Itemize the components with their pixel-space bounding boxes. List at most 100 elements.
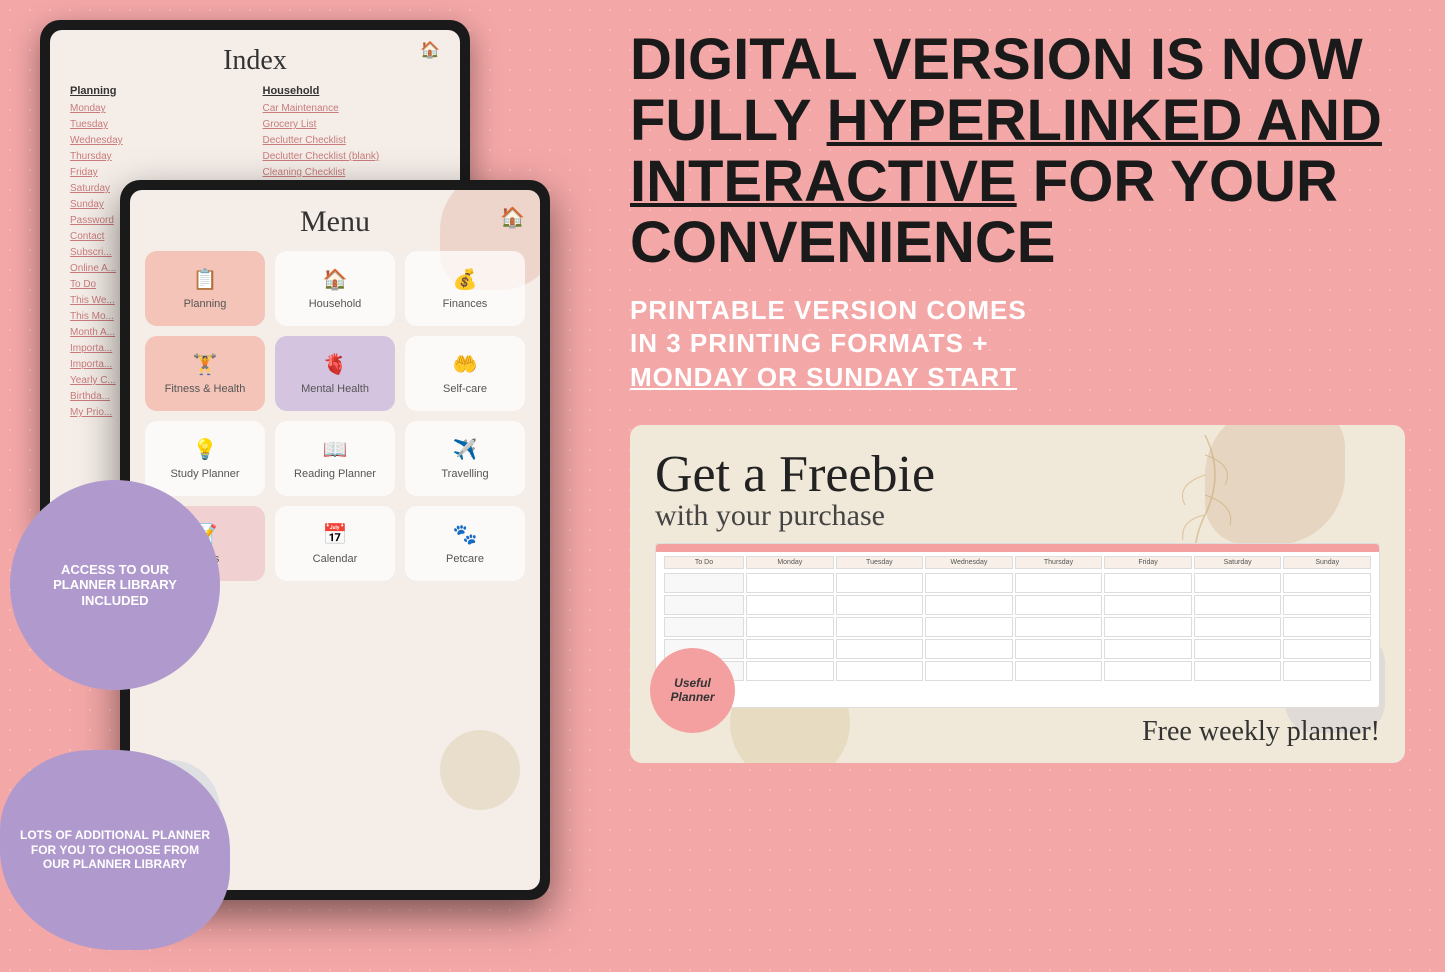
list-item: Tuesday [70, 117, 248, 133]
planner-col-friday: Friday [1104, 556, 1192, 569]
menu-item-household[interactable]: 🏠 Household [275, 251, 395, 326]
planner-cell [746, 595, 834, 615]
menu-item-label: Household [309, 298, 362, 310]
menu-item-label: Finances [443, 298, 488, 310]
menu-item-petcare[interactable]: 🐾 Petcare [405, 506, 525, 581]
planner-cell [746, 661, 834, 681]
interactive-text: INTERACTIVE [630, 149, 1017, 214]
planner-cell [664, 595, 744, 615]
planner-col-todo: To Do [664, 556, 744, 569]
planner-cell [1194, 595, 1282, 615]
menu-item-label: Planning [184, 298, 227, 310]
planner-col-monday: Monday [746, 556, 834, 569]
useful-planner-badge: Useful Planner [650, 648, 735, 733]
right-section: DIGITAL VERSION IS NOW FULLY HYPERLINKED… [590, 0, 1445, 972]
menu-item-travelling[interactable]: ✈️ Travelling [405, 421, 525, 496]
planner-col-wednesday: Wednesday [925, 556, 1013, 569]
planner-cell [1015, 573, 1103, 593]
planner-cell [746, 639, 834, 659]
menu-item-label: Mental Health [301, 383, 369, 395]
calendar-icon: 📅 [323, 522, 348, 547]
planner-cell [1194, 661, 1282, 681]
menu-item-planning[interactable]: 📋 Planning [145, 251, 265, 326]
planner-cell [746, 573, 834, 593]
planner-row [664, 595, 1371, 615]
planning-header: Planning [70, 85, 248, 97]
menu-item-label: Reading Planner [294, 468, 376, 480]
freebie-card: Get a Freebie with your purchase To Do M… [630, 425, 1405, 763]
planner-cell [836, 617, 924, 637]
planner-col-sunday: Sunday [1283, 556, 1371, 569]
planner-cell [1104, 639, 1192, 659]
planner-row [664, 617, 1371, 637]
menu-item-study[interactable]: 💡 Study Planner [145, 421, 265, 496]
planner-cell [664, 573, 744, 593]
menu-item-label: Calendar [313, 553, 358, 565]
list-item: Grocery List [263, 117, 441, 133]
planner-cell [1194, 639, 1282, 659]
planner-cell [1015, 661, 1103, 681]
planner-cell [925, 661, 1013, 681]
list-item: Cleaning Checklist [263, 165, 441, 181]
main-headline: DIGITAL VERSION IS NOW FULLY HYPERLINKED… [630, 30, 1405, 274]
index-title: Index [70, 45, 440, 77]
planner-cell [1283, 573, 1371, 593]
headline-line3: INTERACTIVE FOR YOUR [630, 152, 1405, 213]
menu-item-selfcare[interactable]: 🤲 Self-care [405, 336, 525, 411]
freebie-footer: Free weekly planner! [655, 716, 1380, 748]
finances-icon: 💰 [453, 267, 478, 292]
list-item: Thursday [70, 149, 248, 165]
list-item: Declutter Checklist (blank) [263, 149, 441, 165]
mental-health-icon: 🫀 [323, 352, 348, 377]
planner-cell [1283, 617, 1371, 637]
planner-cell [836, 573, 924, 593]
list-item: Declutter Checklist [263, 133, 441, 149]
planner-row [664, 639, 1371, 659]
reading-icon: 📖 [323, 437, 348, 462]
planner-col-tuesday: Tuesday [836, 556, 924, 569]
headline-line1: DIGITAL VERSION IS NOW [630, 30, 1405, 91]
menu-item-label: Fitness & Health [165, 383, 246, 395]
list-item: Wednesday [70, 133, 248, 149]
freebie-subtitle: with your purchase [655, 499, 1380, 533]
planner-cell [1194, 617, 1282, 637]
planner-cell [1104, 573, 1192, 593]
planner-cell [925, 595, 1013, 615]
planner-body [664, 573, 1371, 681]
menu-item-calendar[interactable]: 📅 Calendar [275, 506, 395, 581]
planner-cell [925, 573, 1013, 593]
study-icon: 💡 [193, 437, 218, 462]
monday-sunday-text: MONDAY OR SUNDAY START [630, 362, 1017, 392]
planner-cell [1015, 617, 1103, 637]
menu-item-mental[interactable]: 🫀 Mental Health [275, 336, 395, 411]
planner-cell [836, 595, 924, 615]
planner-col-thursday: Thursday [1015, 556, 1103, 569]
planner-cell [1283, 661, 1371, 681]
home-icon-back: 🏠 [420, 40, 440, 60]
headline-line4: CONVENIENCE [630, 213, 1405, 274]
lots-badge: LOTS OF ADDITIONAL PLANNER FOR YOU TO CH… [0, 750, 230, 950]
planner-cell [836, 661, 924, 681]
menu-item-fitness[interactable]: 🏋️ Fitness & Health [145, 336, 265, 411]
planning-icon: 📋 [193, 267, 218, 292]
menu-item-reading[interactable]: 📖 Reading Planner [275, 421, 395, 496]
planner-cell [1194, 573, 1282, 593]
list-item: Car Maintenance [263, 101, 441, 117]
access-badge: ACCESS TO OUR PLANNER LIBRARY INCLUDED [10, 480, 220, 690]
petcare-icon: 🐾 [453, 522, 478, 547]
subheadline-line3: MONDAY OR SUNDAY START [630, 361, 1405, 395]
subheadline-line2: IN 3 PRINTING FORMATS + [630, 327, 1405, 361]
planner-row [664, 661, 1371, 681]
planner-cell [1104, 595, 1192, 615]
menu-item-finances[interactable]: 💰 Finances [405, 251, 525, 326]
planner-cell [1104, 617, 1192, 637]
planner-cell [1015, 639, 1103, 659]
menu-title: Menu [145, 205, 525, 239]
badge-line1: Useful [674, 676, 711, 690]
selfcare-icon: 🤲 [453, 352, 478, 377]
menu-item-label: Petcare [446, 553, 484, 565]
planner-header-row: To Do Monday Tuesday Wednesday Thursday … [664, 556, 1371, 569]
weekly-planner-preview: To Do Monday Tuesday Wednesday Thursday … [655, 543, 1380, 708]
planner-cell [1015, 595, 1103, 615]
planner-cell [925, 639, 1013, 659]
